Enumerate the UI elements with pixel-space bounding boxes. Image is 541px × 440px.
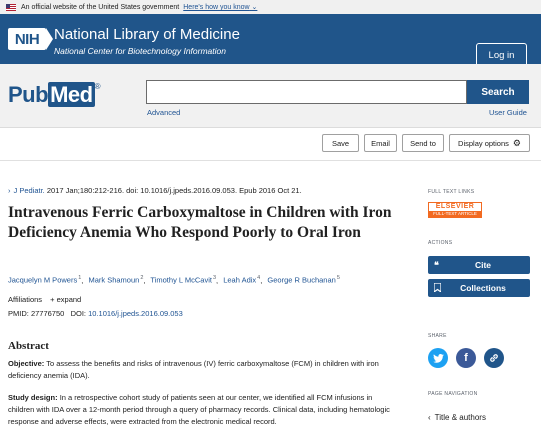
nlm-title[interactable]: National Library of Medicine [54, 26, 240, 43]
chevron-right-icon[interactable]: › [8, 186, 11, 195]
collections-label: Collections [460, 283, 506, 293]
doi-link[interactable]: 10.1016/j.jpeds.2016.09.053 [88, 309, 183, 318]
author-link[interactable]: Leah Adix [223, 276, 256, 285]
email-button[interactable]: Email [364, 134, 397, 152]
share-label: SHARE [428, 333, 447, 339]
chevron-down-icon: ⌄ [251, 4, 258, 11]
pubmed-logo-pub: Pub [8, 82, 49, 107]
affiliations-row: Affiliations + expand [8, 295, 81, 304]
objective-text: To assess the benefits and risks of intr… [8, 359, 379, 380]
author-list: Jacquelyn M Powers1, Mark Shamoun2, Timo… [8, 275, 340, 285]
elsevier-full-text-label: FULL-TEXT ARTICLE [429, 211, 481, 217]
author-link[interactable]: George R Buchanan [267, 276, 335, 285]
citation-text: 2017 Jan;180:212-216. doi: 10.1016/j.jpe… [46, 186, 302, 195]
identifiers: PMID: 27776750 DOI: 10.1016/j.jpeds.2016… [8, 309, 183, 318]
abstract-objective: Objective: To assess the benefits and ri… [8, 358, 398, 382]
gov-banner-link-text[interactable]: Here's how you know [183, 4, 249, 11]
bookmark-icon [433, 281, 448, 294]
gov-banner: An official website of the United States… [0, 0, 541, 14]
display-options-button[interactable]: Display options ⚙ [449, 134, 530, 152]
page-navigation-label: PAGE NAVIGATION [428, 391, 478, 397]
objective-label: Objective: [8, 359, 45, 368]
facebook-icon: f [464, 352, 468, 364]
full-text-links-label: FULL TEXT LINKS [428, 189, 475, 195]
save-button[interactable]: Save [322, 134, 359, 152]
author-link[interactable]: Mark Shamoun [88, 276, 139, 285]
abstract-heading: Abstract [8, 340, 49, 352]
nih-logo[interactable]: NIH [8, 28, 53, 50]
abstract-study-design: Study design: In a retrospective cohort … [8, 392, 398, 428]
gear-icon: ⚙ [512, 137, 521, 148]
gov-banner-text: An official website of the United States… [21, 3, 180, 11]
twitter-icon [432, 353, 444, 363]
search-button[interactable]: Search [467, 80, 529, 104]
nav-title-authors[interactable]: ‹ Title & authors [428, 413, 486, 422]
quote-icon: ❝ [434, 259, 439, 270]
doi-label: DOI: [70, 309, 86, 318]
elsevier-logo-text: ELSEVIER [435, 203, 475, 210]
study-design-text: In a retrospective cohort study of patie… [8, 393, 390, 426]
chevron-left-icon: ‹ [428, 413, 431, 422]
advanced-search-link[interactable]: Advanced [147, 108, 180, 117]
journal-link[interactable]: J Pediatr. [14, 186, 45, 195]
elsevier-full-text-link[interactable]: ELSEVIER FULL-TEXT ARTICLE [428, 202, 482, 218]
flag-icon [6, 3, 16, 11]
registered-mark: ® [94, 82, 101, 91]
author-link[interactable]: Jacquelyn M Powers [8, 276, 77, 285]
user-guide-link[interactable]: User Guide [489, 108, 527, 117]
facebook-share-button[interactable]: f [456, 348, 476, 368]
pubmed-logo-med: Med [48, 82, 95, 107]
divider [0, 160, 541, 161]
actions-label: ACTIONS [428, 240, 453, 246]
display-options-label: Display options [458, 138, 509, 148]
twitter-share-button[interactable] [428, 348, 448, 368]
search-area: PubMed ® Search Advanced User Guide [0, 64, 541, 128]
nav-title-authors-label: Title & authors [434, 413, 486, 422]
author-affiliation-number[interactable]: 5 [337, 275, 340, 281]
collections-button[interactable]: Collections [428, 279, 530, 297]
send-to-button[interactable]: Send to [402, 134, 444, 152]
nlm-header: NIH National Library of Medicine Nationa… [0, 14, 541, 67]
cite-label: Cite [474, 260, 492, 270]
article-title: Intravenous Ferric Carboxymaltose in Chi… [8, 204, 392, 241]
author-link[interactable]: Timothy L McCavit [150, 276, 212, 285]
search-input[interactable] [146, 80, 467, 104]
pmid-value: 27776750 [30, 309, 65, 318]
expand-affiliations-button[interactable]: + expand [50, 295, 81, 304]
citation: › J Pediatr. 2017 Jan;180:212-216. doi: 1… [8, 186, 302, 195]
link-icon [490, 354, 498, 362]
cite-button[interactable]: ❝ Cite [428, 256, 530, 274]
study-design-label: Study design: [8, 393, 58, 402]
affiliations-label: Affiliations [8, 295, 43, 304]
nlm-subtitle: National Center for Biotechnology Inform… [54, 46, 226, 56]
gov-banner-link[interactable]: Here's how you know ⌄ [183, 3, 257, 11]
permalink-button[interactable] [484, 348, 504, 368]
pmid-label: PMID: [8, 309, 29, 318]
pubmed-logo[interactable]: PubMed ® [8, 82, 101, 108]
